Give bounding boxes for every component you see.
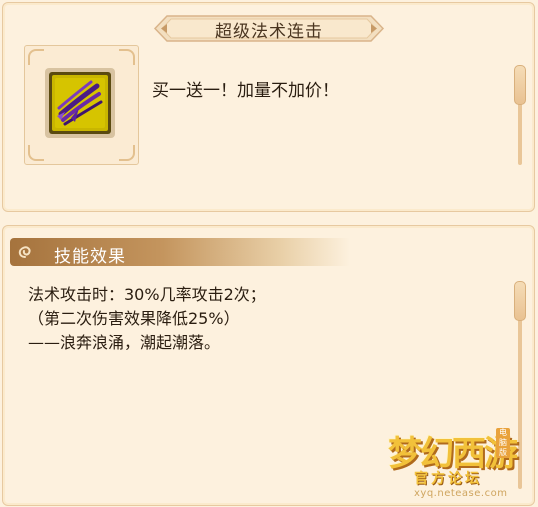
description-scrollbar[interactable] [514,65,526,165]
frame-corner [119,49,135,65]
watermark-subtitle: 官方论坛 [414,471,482,487]
forum-watermark-logo: 梦幻西游 电脑版 官方论坛 xyq.netease.com [388,420,518,502]
frame-corner [28,145,44,161]
effect-line: 法术攻击时：30%几率攻击2次； [28,285,266,304]
skill-description: 买一送一！加量不加价！ [152,81,339,101]
effect-text: 法术攻击时：30%几率攻击2次； （第二次伤害效果降低25%） ——浪奔浪涌，潮… [28,283,266,355]
skill-title-banner: 超级法术连击 [153,12,385,45]
effect-line: ——浪奔浪涌，潮起潮落。 [28,333,221,352]
watermark-tag: 电脑版 [496,428,510,458]
effect-scrollbar[interactable] [514,281,526,489]
section-title: 技能效果 [54,247,126,267]
skill-icon-frame [24,45,139,165]
frame-corner [119,145,135,161]
effect-line: （第二次伤害效果降低25%） [28,309,240,328]
frame-corner [28,49,44,65]
magic-claw-icon[interactable] [45,68,115,138]
swirl-icon [18,246,31,258]
skill-name: 超级法术连击 [215,22,323,42]
scroll-thumb[interactable] [514,65,526,105]
scroll-thumb[interactable] [514,281,526,321]
effect-section-header: 技能效果 [10,238,350,267]
watermark-url: xyq.netease.com [414,488,508,499]
